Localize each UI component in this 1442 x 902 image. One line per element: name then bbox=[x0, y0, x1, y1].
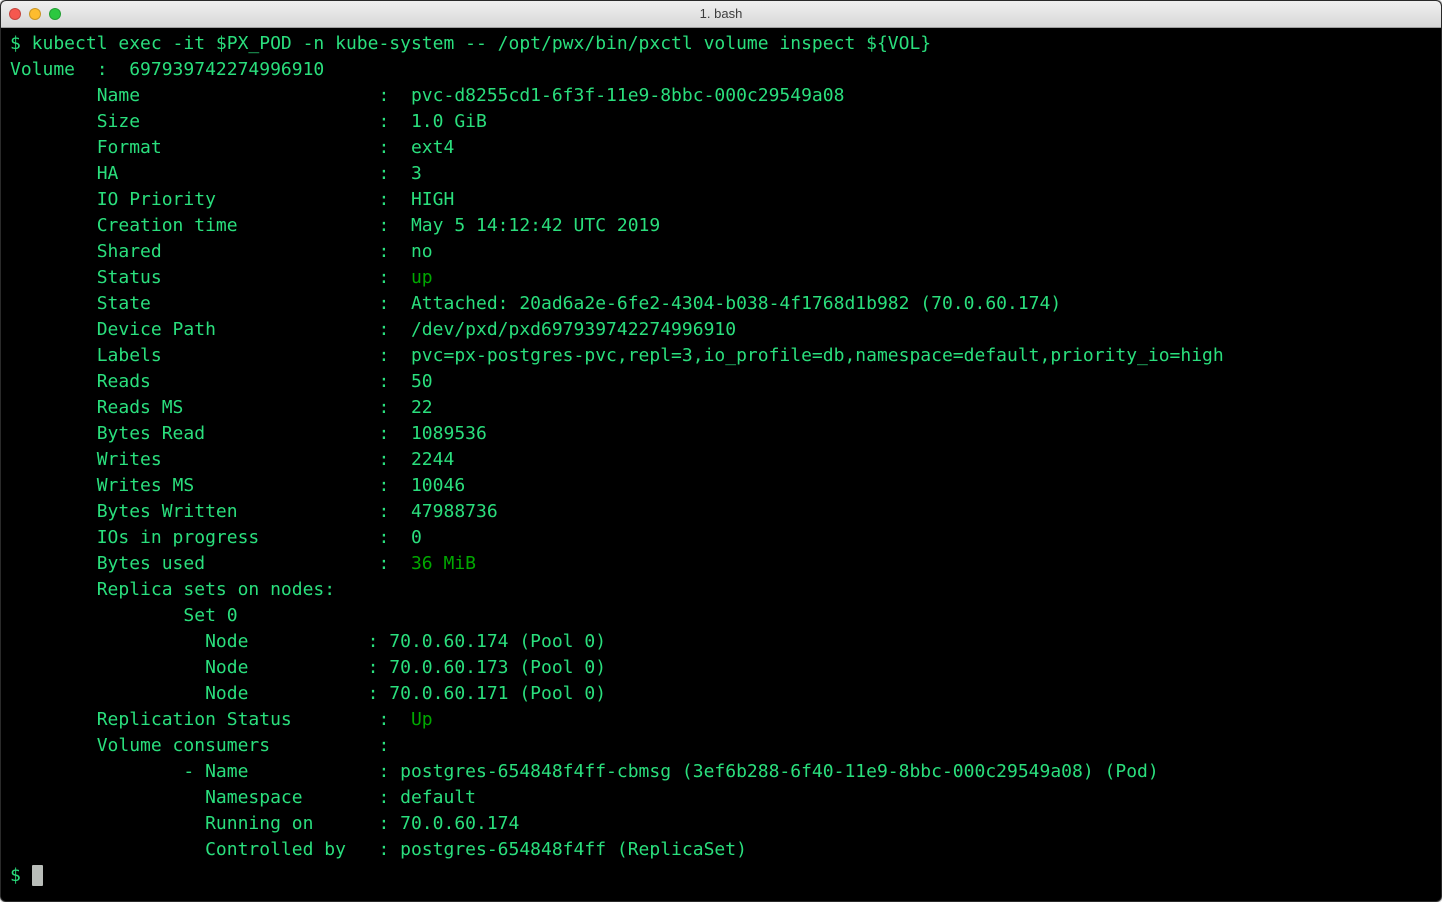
prompt-line: $ bbox=[10, 863, 1435, 889]
terminal-text: Size : 1.0 GiB bbox=[10, 111, 487, 132]
terminal-text: Format : ext4 bbox=[10, 137, 454, 158]
terminal-text: Labels : pvc=px-postgres-pvc,repl=3,io_p… bbox=[10, 345, 1224, 366]
terminal-text: Bytes used : bbox=[10, 553, 411, 574]
window-title: 1. bash bbox=[700, 1, 743, 27]
terminal-text: Set 0 bbox=[10, 605, 238, 626]
field-status: Status : up bbox=[10, 265, 1435, 291]
terminal-text: Volume : 697939742274996910 bbox=[10, 59, 324, 80]
replica-sets-header: Replica sets on nodes: bbox=[10, 577, 1435, 603]
terminal-text: Replica sets on nodes: bbox=[10, 579, 335, 600]
replica-set-0: Set 0 bbox=[10, 603, 1435, 629]
field-io-priority: IO Priority : HIGH bbox=[10, 187, 1435, 213]
field-reads: Reads : 50 bbox=[10, 369, 1435, 395]
minimize-button[interactable] bbox=[29, 8, 41, 20]
consumer-namespace: Namespace : default bbox=[10, 785, 1435, 811]
field-volume-consumers: Volume consumers : bbox=[10, 733, 1435, 759]
terminal-text: Device Path : /dev/pxd/pxd69793974227499… bbox=[10, 319, 736, 340]
terminal-text: Writes MS : 10046 bbox=[10, 475, 465, 496]
zoom-button[interactable] bbox=[49, 8, 61, 20]
terminal-text: Namespace : default bbox=[10, 787, 476, 808]
terminal-text: Reads : 50 bbox=[10, 371, 433, 392]
replica-node-2: Node : 70.0.60.173 (Pool 0) bbox=[10, 655, 1435, 681]
terminal-text: IO Priority : HIGH bbox=[10, 189, 454, 210]
terminal-text: Replication Status : bbox=[10, 709, 411, 730]
terminal-text: Running on : 70.0.60.174 bbox=[10, 813, 519, 834]
field-bytes-read: Bytes Read : 1089536 bbox=[10, 421, 1435, 447]
terminal-text: Creation time : May 5 14:12:42 UTC 2019 bbox=[10, 215, 660, 236]
consumer-running-on: Running on : 70.0.60.174 bbox=[10, 811, 1435, 837]
terminal-text: State : Attached: 20ad6a2e-6fe2-4304-b03… bbox=[10, 293, 1061, 314]
field-device-path: Device Path : /dev/pxd/pxd69793974227499… bbox=[10, 317, 1435, 343]
terminal-text: Status : bbox=[10, 267, 411, 288]
field-writes: Writes : 2244 bbox=[10, 447, 1435, 473]
terminal-text: IOs in progress : 0 bbox=[10, 527, 422, 548]
field-reads-ms: Reads MS : 22 bbox=[10, 395, 1435, 421]
field-name: Name : pvc-d8255cd1-6f3f-11e9-8bbc-000c2… bbox=[10, 83, 1435, 109]
field-bytes-used: Bytes used : 36 MiB bbox=[10, 551, 1435, 577]
window-titlebar[interactable]: 1. bash bbox=[1, 1, 1441, 28]
consumer-controlled-by: Controlled by : postgres-654848f4ff (Rep… bbox=[10, 837, 1435, 863]
field-bytes-written: Bytes Written : 47988736 bbox=[10, 499, 1435, 525]
terminal-text: $ kubectl exec -it $PX_POD -n kube-syste… bbox=[10, 33, 931, 54]
field-replication-status: Replication Status : Up bbox=[10, 707, 1435, 733]
status-value: 36 MiB bbox=[411, 553, 476, 574]
field-state: State : Attached: 20ad6a2e-6fe2-4304-b03… bbox=[10, 291, 1435, 317]
status-value: up bbox=[411, 267, 433, 288]
terminal-text: Node : 70.0.60.174 (Pool 0) bbox=[10, 631, 606, 652]
terminal-window: 1. bash $ kubectl exec -it $PX_POD -n ku… bbox=[0, 0, 1442, 902]
terminal-text: Name : pvc-d8255cd1-6f3f-11e9-8bbc-000c2… bbox=[10, 85, 844, 106]
terminal-text: Volume consumers : bbox=[10, 735, 389, 756]
terminal-text: Bytes Written : 47988736 bbox=[10, 501, 498, 522]
field-writes-ms: Writes MS : 10046 bbox=[10, 473, 1435, 499]
window-controls bbox=[9, 1, 61, 27]
field-ios-in-progress: IOs in progress : 0 bbox=[10, 525, 1435, 551]
terminal-cursor bbox=[32, 865, 43, 886]
replica-node-1: Node : 70.0.60.174 (Pool 0) bbox=[10, 629, 1435, 655]
terminal-text: Bytes Read : 1089536 bbox=[10, 423, 487, 444]
field-size: Size : 1.0 GiB bbox=[10, 109, 1435, 135]
field-labels: Labels : pvc=px-postgres-pvc,repl=3,io_p… bbox=[10, 343, 1435, 369]
field-creation-time: Creation time : May 5 14:12:42 UTC 2019 bbox=[10, 213, 1435, 239]
terminal-text: Reads MS : 22 bbox=[10, 397, 433, 418]
terminal-text: $ bbox=[10, 865, 32, 886]
field-ha: HA : 3 bbox=[10, 161, 1435, 187]
terminal-text: Writes : 2244 bbox=[10, 449, 454, 470]
field-shared: Shared : no bbox=[10, 239, 1435, 265]
field-format: Format : ext4 bbox=[10, 135, 1435, 161]
command-line: $ kubectl exec -it $PX_POD -n kube-syste… bbox=[10, 31, 1435, 57]
status-value: Up bbox=[411, 709, 433, 730]
terminal-text: Node : 70.0.60.171 (Pool 0) bbox=[10, 683, 606, 704]
consumer-name: - Name : postgres-654848f4ff-cbmsg (3ef6… bbox=[10, 759, 1435, 785]
terminal-text: Node : 70.0.60.173 (Pool 0) bbox=[10, 657, 606, 678]
terminal-body[interactable]: $ kubectl exec -it $PX_POD -n kube-syste… bbox=[1, 28, 1441, 902]
close-button[interactable] bbox=[9, 8, 21, 20]
volume-id-line: Volume : 697939742274996910 bbox=[10, 57, 1435, 83]
terminal-text: - Name : postgres-654848f4ff-cbmsg (3ef6… bbox=[10, 761, 1159, 782]
terminal-text: Shared : no bbox=[10, 241, 433, 262]
replica-node-3: Node : 70.0.60.171 (Pool 0) bbox=[10, 681, 1435, 707]
terminal-text: HA : 3 bbox=[10, 163, 422, 184]
terminal-text: Controlled by : postgres-654848f4ff (Rep… bbox=[10, 839, 747, 860]
